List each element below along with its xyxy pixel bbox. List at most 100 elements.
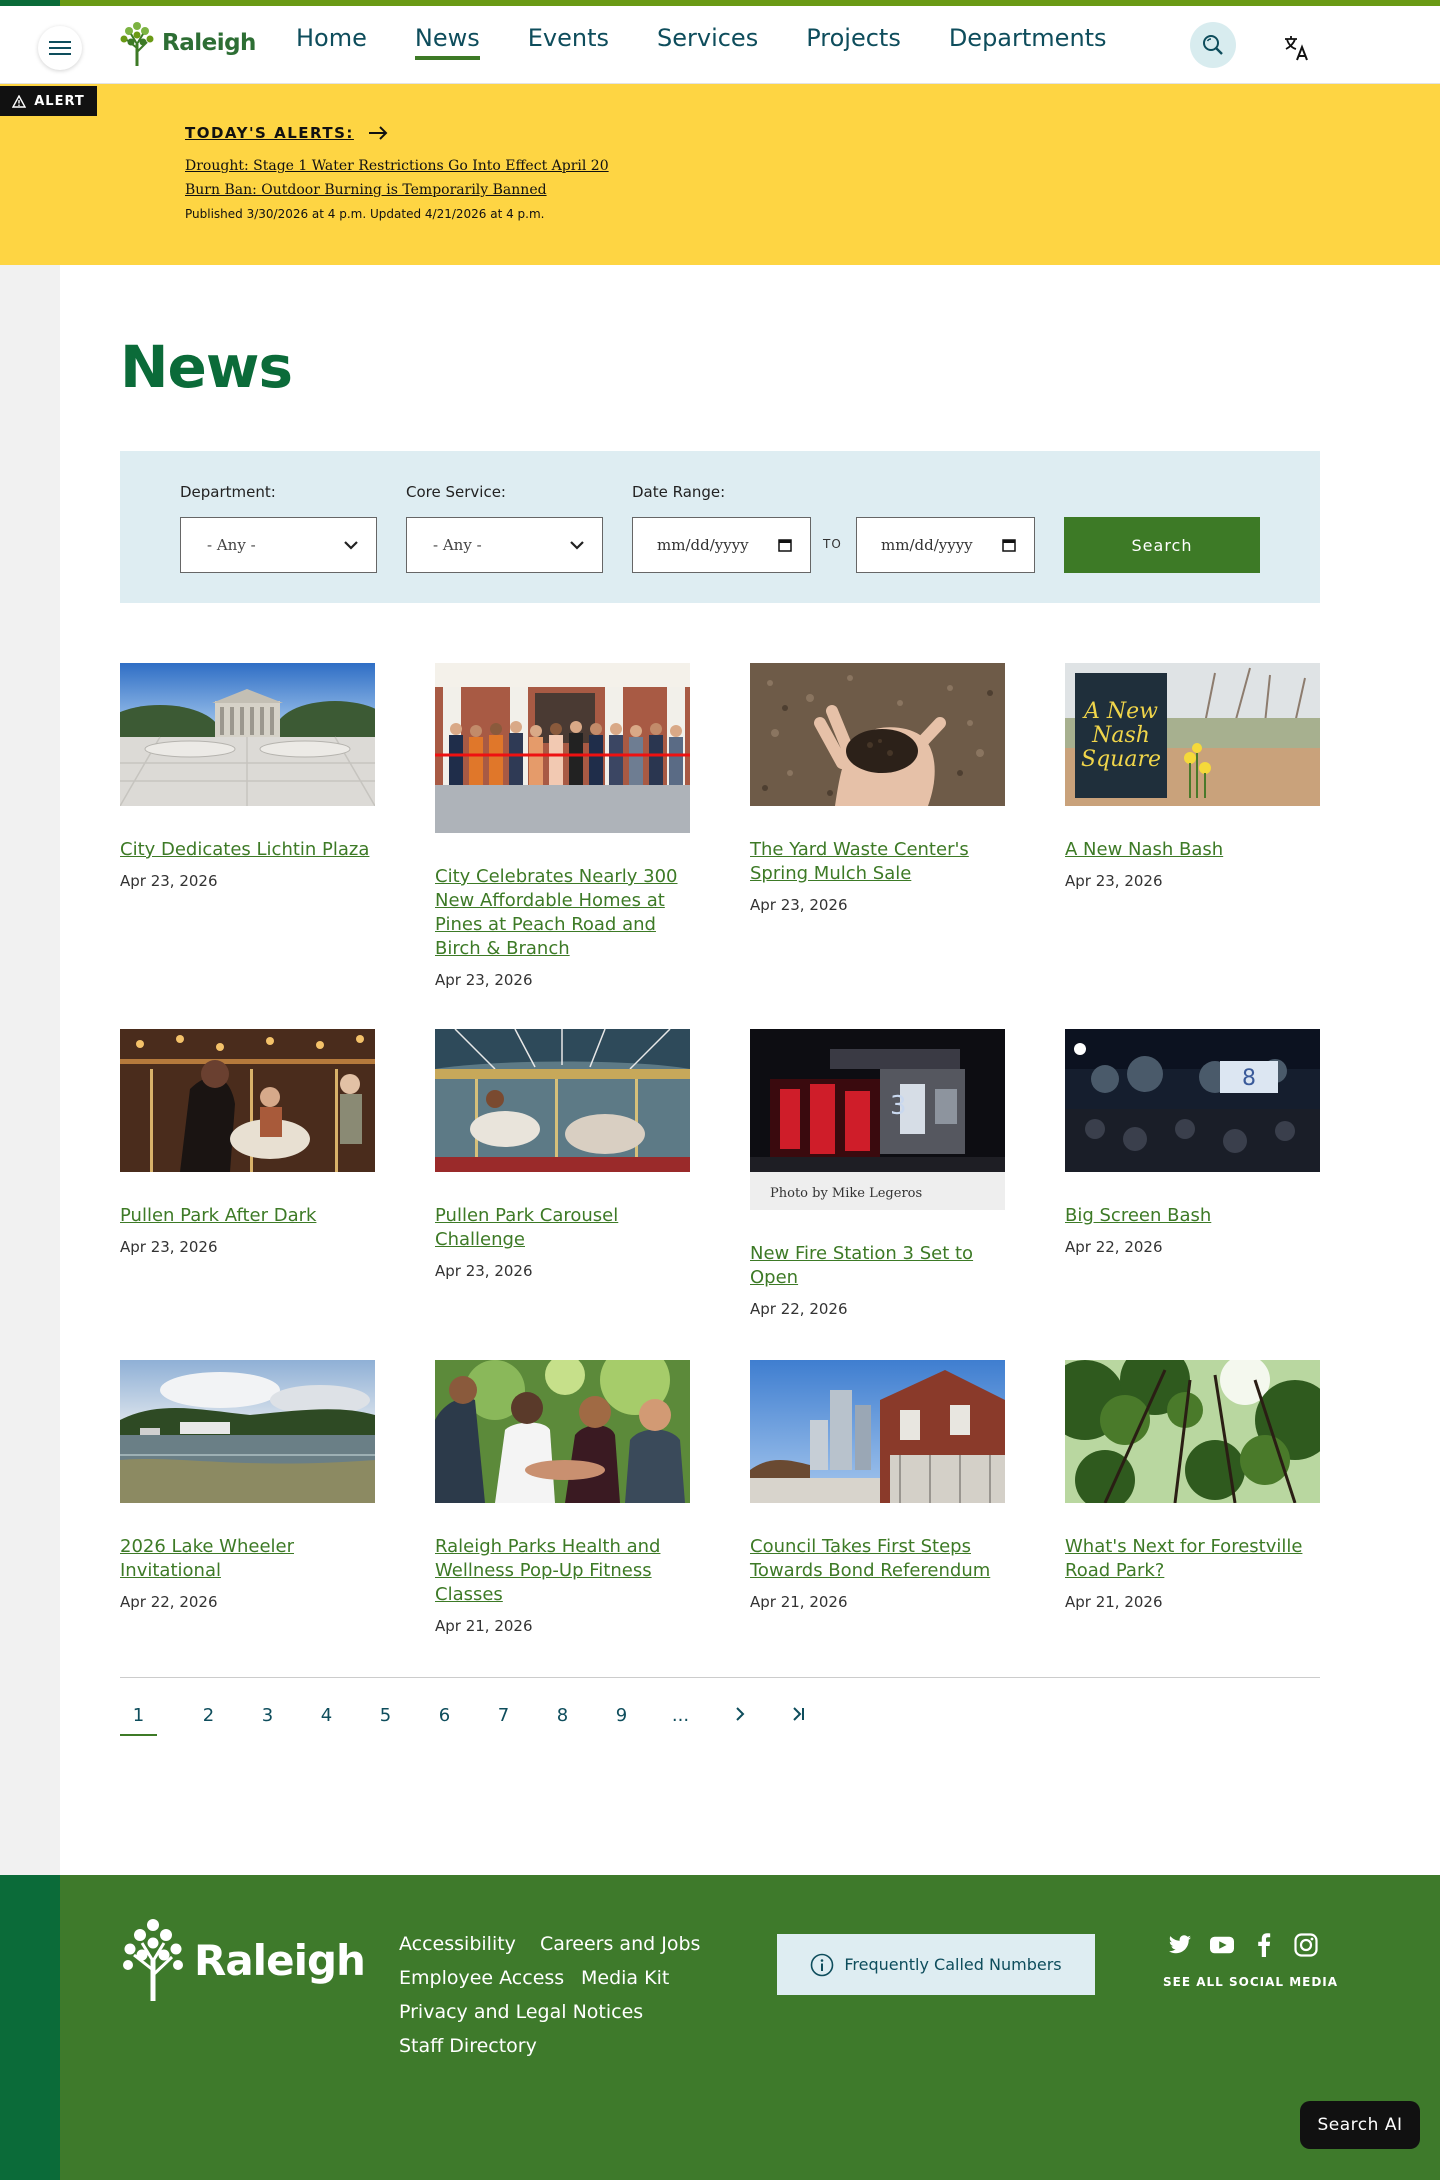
main-menu-button[interactable] [38, 26, 82, 70]
footer-link-accessibility[interactable]: Accessibility [399, 1933, 516, 1955]
page-link-6[interactable]: 6 [415, 1705, 474, 1736]
alert-tag-label: ALERT [34, 93, 85, 109]
nav-events[interactable]: Events [528, 24, 609, 58]
news-title-link[interactable]: What's Next for Forestville Road Park? [1065, 1535, 1320, 1583]
news-date: Apr 21, 2026 [750, 1593, 848, 1611]
youtube-icon [1210, 1936, 1234, 1954]
last-page-button[interactable] [769, 1705, 828, 1736]
twitter-link[interactable] [1168, 1933, 1192, 1957]
page-link-4[interactable]: 4 [297, 1705, 356, 1736]
pagination: 1 2 3 4 5 6 7 8 9 ... [120, 1705, 828, 1736]
page-title: News [120, 333, 293, 401]
nav-departments[interactable]: Departments [949, 24, 1107, 58]
arrow-right-icon [368, 126, 388, 140]
page-link-2[interactable]: 2 [179, 1705, 238, 1736]
news-title-link[interactable]: The Yard Waste Center's Spring Mulch Sal… [750, 838, 1005, 886]
screen-number-text: 8 [1242, 1066, 1256, 1091]
filter-search-button[interactable]: Search [1064, 517, 1260, 573]
core-service-select[interactable]: - Any - [406, 517, 603, 573]
translate-button[interactable] [1277, 28, 1317, 68]
news-date: Apr 21, 2026 [435, 1617, 533, 1635]
site-search-button[interactable] [1190, 22, 1236, 68]
station-number-text: 3 [890, 1091, 907, 1121]
news-image-fire-station-3[interactable]: 3 [750, 1029, 1005, 1172]
news-title-link[interactable]: City Celebrates Nearly 300 New Affordabl… [435, 865, 690, 961]
footer-logo-link[interactable]: Raleigh [120, 1915, 366, 2005]
youtube-link[interactable] [1210, 1933, 1234, 1957]
news-title-link[interactable]: Pullen Park After Dark [120, 1204, 375, 1228]
date-to-input[interactable]: mm/dd/yyyy [856, 517, 1035, 573]
nav-projects[interactable]: Projects [806, 24, 901, 58]
see-all-social-link[interactable]: SEE ALL SOCIAL MEDIA [1163, 1975, 1338, 1989]
department-select[interactable]: - Any - [180, 517, 377, 573]
news-card: 3 Photo by Mike Legeros New Fire Station… [750, 1029, 1005, 1318]
news-title-link[interactable]: Council Takes First Steps Towards Bond R… [750, 1535, 1005, 1583]
page-link-7[interactable]: 7 [474, 1705, 533, 1736]
nav-home[interactable]: Home [296, 24, 367, 58]
date-range-label: Date Range: [632, 483, 726, 501]
news-image-affordable-homes[interactable] [435, 663, 690, 833]
news-image-big-screen-bash[interactable]: 8 [1065, 1029, 1320, 1172]
news-date: Apr 23, 2026 [120, 872, 218, 890]
chevron-down-icon [570, 540, 584, 550]
site-header: Raleigh Home News Events Services Projec… [0, 6, 1440, 84]
news-image-carousel-challenge[interactable] [435, 1029, 690, 1172]
news-image-lichtin-plaza[interactable] [120, 663, 375, 806]
main-content: News Department: - Any - Core Service: -… [60, 265, 1440, 1875]
page-link-5[interactable]: 5 [356, 1705, 415, 1736]
instagram-icon [1294, 1933, 1318, 1957]
alert-link-burn-ban[interactable]: Burn Ban: Outdoor Burning is Temporarily… [185, 182, 609, 198]
footer-link-staff-directory[interactable]: Staff Directory [399, 2035, 537, 2057]
news-image-fitness-classes[interactable] [435, 1360, 690, 1503]
news-card: The Yard Waste Center's Spring Mulch Sal… [750, 663, 1005, 914]
footer-link-media-kit[interactable]: Media Kit [581, 1967, 669, 1989]
footer-logo-text: Raleigh [194, 1935, 366, 1985]
news-card: 8 Big Screen Bash Apr 22, 2026 [1065, 1029, 1320, 1256]
footer-link-employee-access[interactable]: Employee Access [399, 1967, 564, 1989]
oak-tree-logo-icon [120, 22, 154, 66]
page-link-8[interactable]: 8 [533, 1705, 592, 1736]
nav-news[interactable]: News [414, 24, 480, 60]
translate-icon [1285, 36, 1308, 61]
search-ai-button[interactable]: Search AI [1300, 2101, 1420, 2149]
next-page-button[interactable] [710, 1705, 769, 1736]
warning-triangle-icon [12, 94, 27, 108]
news-date: Apr 22, 2026 [1065, 1238, 1163, 1256]
todays-alerts-link[interactable]: TODAY'S ALERTS: [185, 124, 609, 142]
facebook-icon [1258, 1933, 1271, 1957]
facebook-link[interactable] [1252, 1933, 1276, 1957]
pagination-divider [120, 1677, 1320, 1678]
chevron-right-bar-icon [792, 1707, 804, 1721]
news-image-bond-referendum[interactable] [750, 1360, 1005, 1503]
news-image-forestville-park[interactable] [1065, 1360, 1320, 1503]
news-image-nash-bash[interactable]: A New Nash Square [1065, 663, 1320, 806]
news-title-link[interactable]: Pullen Park Carousel Challenge [435, 1204, 690, 1252]
news-date: Apr 23, 2026 [1065, 872, 1163, 890]
footer-link-privacy[interactable]: Privacy and Legal Notices [399, 2001, 643, 2023]
news-title-link[interactable]: A New Nash Bash [1065, 838, 1320, 862]
nav-services[interactable]: Services [657, 24, 758, 58]
alert-tag: ALERT [0, 86, 97, 116]
frequently-called-numbers-button[interactable]: Frequently Called Numbers [777, 1934, 1095, 1995]
page-link-3[interactable]: 3 [238, 1705, 297, 1736]
news-title-link[interactable]: Big Screen Bash [1065, 1204, 1320, 1228]
news-title-link[interactable]: City Dedicates Lichtin Plaza [120, 838, 375, 862]
news-date: Apr 23, 2026 [120, 1238, 218, 1256]
page-link-1[interactable]: 1 [120, 1705, 157, 1736]
footer-link-careers[interactable]: Careers and Jobs [540, 1933, 700, 1955]
news-image-lake-wheeler[interactable] [120, 1360, 375, 1503]
news-card: 2026 Lake Wheeler Invitational Apr 22, 2… [120, 1360, 375, 1611]
calendar-icon [1002, 539, 1016, 552]
date-from-input[interactable]: mm/dd/yyyy [632, 517, 811, 573]
news-title-link[interactable]: New Fire Station 3 Set to Open [750, 1242, 1005, 1290]
raleigh-logo-link[interactable]: Raleigh [118, 18, 256, 68]
news-image-mulch-sale[interactable] [750, 663, 1005, 806]
alert-link-drought[interactable]: Drought: Stage 1 Water Restrictions Go I… [185, 158, 609, 174]
photo-caption: Photo by Mike Legeros [750, 1172, 1005, 1210]
news-title-link[interactable]: 2026 Lake Wheeler Invitational [120, 1535, 375, 1583]
news-title-link[interactable]: Raleigh Parks Health and Wellness Pop-Up… [435, 1535, 690, 1607]
instagram-link[interactable] [1294, 1933, 1318, 1957]
page-link-9[interactable]: 9 [592, 1705, 651, 1736]
news-image-pullen-after-dark[interactable] [120, 1029, 375, 1172]
department-select-value: - Any - [207, 536, 256, 554]
